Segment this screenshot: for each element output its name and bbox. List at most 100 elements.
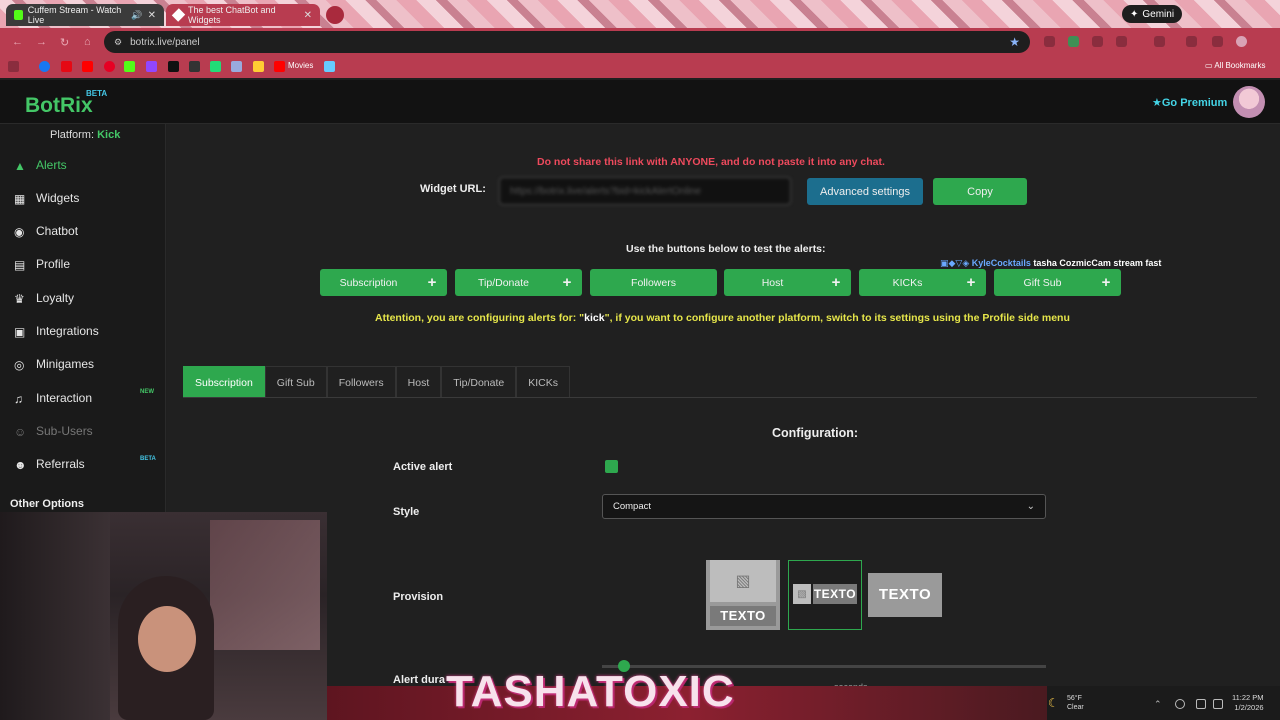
attention-platform: kick (584, 312, 605, 324)
sidebar-item-chatbot[interactable]: ◉ Chatbot (14, 223, 78, 239)
back-icon[interactable]: ← (12, 36, 23, 48)
extension-icon[interactable] (1044, 36, 1055, 47)
widget-url-field[interactable]: https://botrix.live/alerts?bid=kickAlert… (499, 177, 791, 205)
tray-chevron-icon[interactable]: ⌃ (1154, 699, 1164, 709)
extension-icon[interactable] (1212, 36, 1223, 47)
bookmark-site-icon[interactable] (253, 61, 264, 72)
logo-beta-badge: BETA (86, 89, 108, 98)
provision-label: Provision (393, 591, 444, 603)
new-badge: NEW (140, 389, 154, 395)
network-icon[interactable] (1196, 699, 1206, 709)
streamer-brand-text: TASHATOXIC (446, 667, 735, 716)
tab-kicks[interactable]: KICKs (516, 366, 570, 398)
extension-icon[interactable] (1068, 36, 1079, 47)
test-tip-donate-button[interactable]: Tip/Donate + (455, 269, 582, 296)
bookmark-facebook-icon[interactable] (39, 61, 50, 72)
sidebar-item-loyalty[interactable]: ♛ Loyalty (14, 290, 74, 306)
tab-host[interactable]: Host (395, 366, 442, 398)
sidebar-item-minigames[interactable]: ◎ Minigames (14, 356, 94, 372)
test-gift-sub-button[interactable]: Gift Sub + (994, 269, 1121, 296)
extension-icon[interactable] (1186, 36, 1197, 47)
webcam-streamer-face (138, 606, 196, 672)
browser-tab-botrix[interactable]: The best ChatBot and Widgets ✕ (166, 4, 320, 26)
warning-icon: ▲ (14, 158, 26, 173)
style-select[interactable]: Compact ⌄ (602, 494, 1046, 519)
new-tab-button[interactable] (326, 6, 344, 24)
provision-option-image-above-text[interactable]: ▧ TEXTO (706, 560, 780, 630)
user-avatar[interactable] (1233, 86, 1265, 118)
tab-tip-donate[interactable]: Tip/Donate (441, 366, 517, 398)
volume-icon[interactable] (1213, 699, 1223, 709)
bookmark-site-icon[interactable] (189, 61, 200, 72)
chat-message: tasha CozmicCam stream fast (1033, 258, 1162, 268)
test-followers-button[interactable]: Followers (590, 269, 717, 296)
sidebar-item-referrals[interactable]: ☻ Referrals (14, 456, 85, 472)
sparkle-icon: ✦ (1130, 8, 1139, 20)
robot-icon: ◉ (14, 224, 25, 239)
bookmark-youtube-icon[interactable] (82, 61, 93, 72)
share-warning: Do not share this link with ANYONE, and … (537, 156, 885, 168)
bookmark-x-icon[interactable] (168, 61, 179, 72)
tab-subscription[interactable]: Subscription (183, 366, 265, 398)
close-tab-icon[interactable]: ✕ (148, 10, 156, 21)
integration-icon: ▣ (14, 324, 26, 339)
go-premium-button[interactable]: ★Go Premium (1152, 96, 1227, 109)
forward-icon[interactable]: → (36, 36, 47, 48)
copy-button[interactable]: Copy (933, 178, 1027, 205)
sidebar-item-sub-users[interactable]: ☺ Sub-Users (14, 423, 93, 439)
weather-widget[interactable]: 56°F Clear (1067, 694, 1084, 712)
test-host-button[interactable]: Host + (724, 269, 851, 296)
system-clock[interactable]: 11:22 PM 1/2/2026 (1232, 693, 1264, 713)
active-alert-checkbox[interactable] (605, 460, 618, 473)
profile-avatar-icon[interactable] (1236, 36, 1247, 47)
bookmark-kick-icon[interactable] (124, 61, 135, 72)
microphone-icon[interactable] (1175, 699, 1185, 709)
advanced-settings-button[interactable]: Advanced settings (807, 178, 923, 205)
bookmark-twitch-icon[interactable] (146, 61, 157, 72)
browser-tab-cuffem[interactable]: Cuffem Stream - Watch Live 🔊 ✕ (6, 4, 164, 26)
sidebar-item-integrations[interactable]: ▣ Integrations (14, 323, 99, 339)
provision-compact-preview: ▧ TEXTO (793, 584, 857, 604)
bookmark-site-icon[interactable] (210, 61, 221, 72)
all-bookmarks[interactable]: ▭ All Bookmarks (1205, 61, 1265, 70)
home-icon[interactable]: ⌂ (84, 36, 91, 48)
plus-icon[interactable]: + (956, 274, 986, 291)
bookmark-star-icon[interactable]: ★ (1009, 35, 1020, 49)
platform-indicator: Platform: Kick (50, 129, 121, 141)
bookmark-pinterest-icon[interactable] (104, 61, 115, 72)
bookmark-netflix-icon[interactable] (61, 61, 72, 72)
sidebar-item-profile[interactable]: ▤ Profile (14, 256, 70, 272)
sidebar-item-widgets[interactable]: ▦ Widgets (14, 190, 79, 206)
sidebar-item-alerts[interactable]: ▲ Alerts (14, 157, 67, 173)
provision-option-image-beside-text[interactable]: ▧ TEXTO (788, 560, 862, 630)
test-kicks-button[interactable]: KICKs + (859, 269, 986, 296)
botrix-logo[interactable]: BotRix (25, 94, 93, 118)
address-bar[interactable]: ⚙ botrix.live/panel ★ (104, 31, 1030, 53)
kick-favicon-icon (14, 10, 23, 20)
extension-icon[interactable] (1116, 36, 1127, 47)
reload-icon[interactable]: ↻ (60, 36, 69, 49)
sidebar-item-interaction[interactable]: ♫ Interaction (14, 390, 92, 406)
plus-icon[interactable]: + (417, 274, 447, 291)
bookmark-movies[interactable]: Movies (288, 61, 313, 70)
plus-icon[interactable]: + (552, 274, 582, 291)
extension-icon[interactable] (1154, 36, 1165, 47)
style-selected-value: Compact (613, 501, 652, 512)
bookmark-apps-icon[interactable] (8, 61, 19, 72)
extension-icon[interactable] (1092, 36, 1103, 47)
speaker-icon[interactable]: 🔊 (131, 10, 142, 21)
bookmark-movies-icon[interactable] (274, 61, 285, 72)
other-options-heading[interactable]: Other Options (10, 498, 84, 510)
bookmark-site-icon[interactable] (231, 61, 242, 72)
provision-option-text-over-image[interactable]: TEXTO (868, 573, 942, 617)
site-info-icon[interactable]: ⚙ (114, 37, 122, 48)
bookmark-site-icon[interactable] (324, 61, 335, 72)
tab-gift-sub[interactable]: Gift Sub (264, 366, 327, 398)
plus-icon[interactable]: + (821, 274, 851, 291)
close-tab-icon[interactable]: ✕ (304, 10, 312, 21)
platform-attention-notice: Attention, you are configuring alerts fo… (375, 312, 1070, 324)
tab-followers[interactable]: Followers (326, 366, 396, 398)
test-subscription-button[interactable]: Subscription + (320, 269, 447, 296)
gemini-button[interactable]: ✦ Gemini (1122, 5, 1183, 23)
plus-icon[interactable]: + (1091, 274, 1121, 291)
